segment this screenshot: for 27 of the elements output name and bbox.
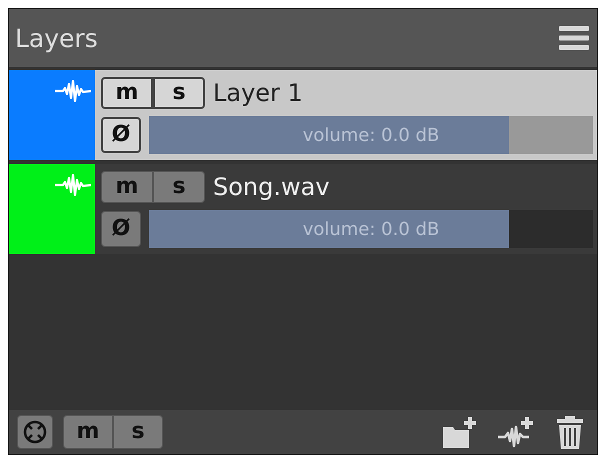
solo-button[interactable]: s [153, 77, 205, 109]
phase-invert-button[interactable]: Ø [101, 211, 141, 247]
mute-all-button[interactable]: m [63, 415, 113, 449]
mute-button[interactable]: m [101, 171, 153, 203]
layer-row[interactable]: m s Layer 1 Ø volume: 0.0 dB [9, 70, 597, 160]
layer-color-swatch[interactable] [9, 164, 95, 254]
volume-slider[interactable]: volume: 0.0 dB [149, 116, 593, 154]
mute-button[interactable]: m [101, 77, 153, 109]
crosshair-icon [23, 420, 47, 444]
target-button[interactable] [17, 415, 53, 449]
solo-all-button[interactable]: s [113, 415, 163, 449]
layer-color-swatch[interactable] [9, 70, 95, 160]
add-waveform-icon[interactable] [497, 415, 535, 449]
volume-slider[interactable]: volume: 0.0 dB [149, 210, 593, 248]
waveform-icon [55, 174, 91, 196]
panel-title: Layers [15, 24, 98, 52]
menu-icon[interactable] [559, 26, 589, 50]
solo-button[interactable]: s [153, 171, 205, 203]
waveform-icon [55, 80, 91, 102]
layer-name: Song.wav [213, 173, 330, 201]
add-folder-icon[interactable] [441, 415, 477, 449]
layer-row[interactable]: m s Song.wav Ø volume: 0.0 dB [9, 164, 597, 254]
volume-label: volume: 0.0 dB [302, 124, 440, 146]
trash-icon[interactable] [555, 414, 585, 450]
phase-invert-button[interactable]: Ø [101, 117, 141, 153]
layer-name: Layer 1 [213, 79, 303, 107]
volume-label: volume: 0.0 dB [302, 218, 440, 240]
